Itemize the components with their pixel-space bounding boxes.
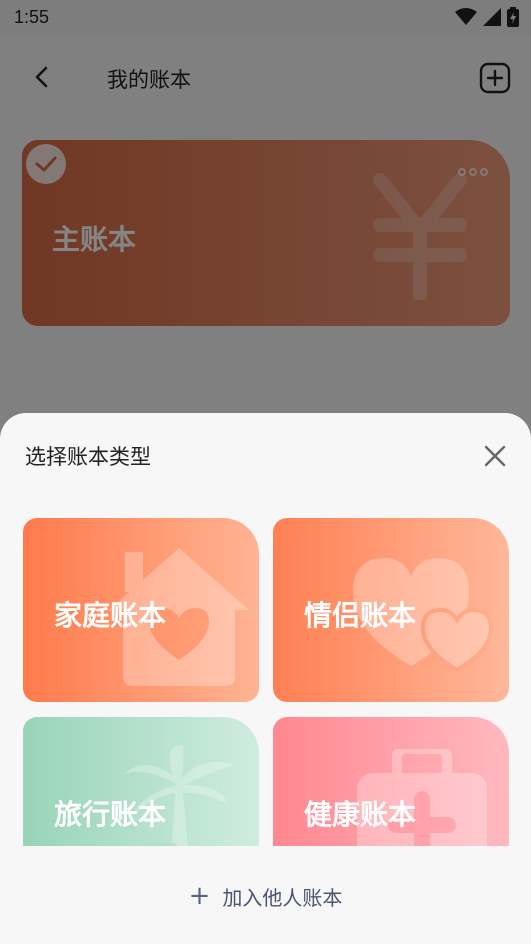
sheet-title: 选择账本类型	[25, 445, 151, 469]
book-type-grid: 家庭账本 情侣账本 旅行账本 健康账本	[0, 517, 531, 846]
book-type-label: 情侣账本	[304, 599, 417, 632]
book-type-travel[interactable]: 旅行账本	[23, 717, 259, 846]
book-type-health[interactable]: 健康账本	[273, 717, 509, 846]
close-icon	[484, 445, 506, 467]
book-type-couple[interactable]: 情侣账本	[273, 518, 509, 702]
book-type-label: 健康账本	[304, 798, 417, 831]
book-type-sheet: 选择账本类型 家庭账本 情侣账本 旅行账本 健康账本 + 加入他人账本	[0, 413, 531, 944]
join-others-book-button[interactable]: + 加入他人账本	[0, 879, 531, 913]
join-others-book-label: 加入他人账本	[222, 885, 343, 910]
book-type-family[interactable]: 家庭账本	[23, 518, 259, 702]
book-type-label: 家庭账本	[54, 599, 167, 632]
close-button[interactable]	[479, 440, 511, 472]
plus-icon: +	[188, 881, 211, 911]
book-type-label: 旅行账本	[54, 798, 167, 831]
